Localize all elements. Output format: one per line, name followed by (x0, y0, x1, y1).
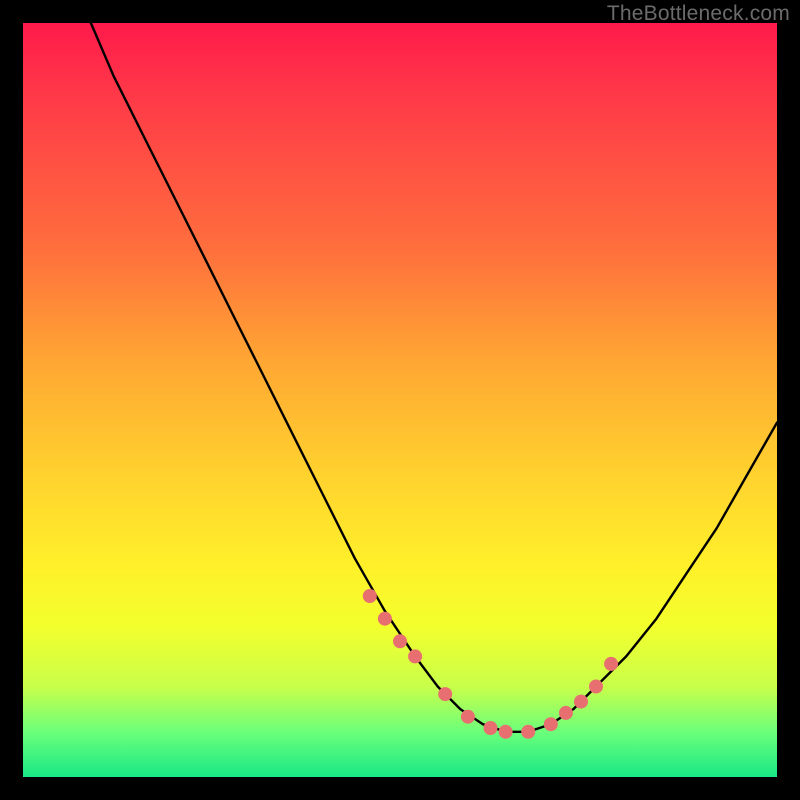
marker-dot (363, 589, 377, 603)
marker-dot (604, 657, 618, 671)
marker-dot (574, 695, 588, 709)
marker-dot (461, 710, 475, 724)
chart-stage: TheBottleneck.com (0, 0, 800, 800)
marker-dot (408, 649, 422, 663)
marker-dot (499, 725, 513, 739)
marker-group (363, 589, 618, 739)
marker-dot (589, 680, 603, 694)
plot-area (23, 23, 777, 777)
marker-dot (378, 612, 392, 626)
marker-dot (438, 687, 452, 701)
marker-dot (393, 634, 407, 648)
marker-dot (521, 725, 535, 739)
marker-dot (484, 721, 498, 735)
marker-dot (544, 717, 558, 731)
bottleneck-curve-line (91, 23, 777, 732)
chart-svg (23, 23, 777, 777)
marker-dot (559, 706, 573, 720)
watermark-text: TheBottleneck.com (607, 2, 790, 26)
